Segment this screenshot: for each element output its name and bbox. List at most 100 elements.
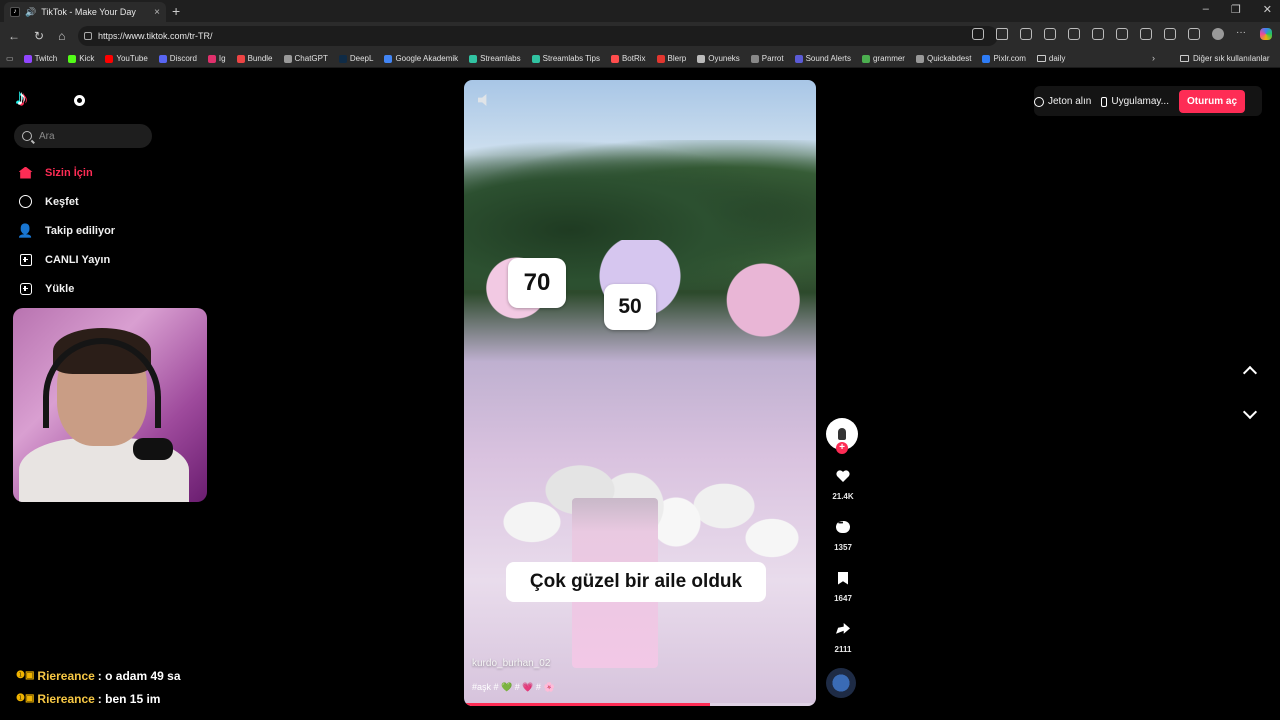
sidebar-item-explore[interactable]: Keşfet	[18, 187, 115, 216]
bookmark-label: Google Akademik	[395, 54, 459, 63]
sidebar-item-for-you[interactable]: Sizin İçin	[18, 158, 115, 187]
bookmark-parrot[interactable]: Parrot	[750, 54, 784, 63]
collections-icon[interactable]	[1140, 28, 1152, 40]
coin-icon	[1034, 96, 1044, 107]
share-button[interactable]: 2111	[826, 621, 860, 654]
folder-icon	[1180, 55, 1189, 62]
sidebar-item-upload[interactable]: Yükle	[18, 274, 115, 303]
maximize-button[interactable]: ❐	[1231, 3, 1241, 16]
bookmark-oyuneks[interactable]: Oyuneks	[697, 54, 740, 63]
comment-button[interactable]: 1357	[826, 519, 860, 552]
share-icon[interactable]	[1188, 28, 1200, 40]
age-label-left: 70	[508, 258, 566, 308]
browser-tab[interactable]: ♪ 🔊 TikTok - Make Your Day ×	[4, 2, 166, 22]
video-author[interactable]: kurdo_burhan_02	[472, 658, 550, 669]
save-button[interactable]: 1647	[826, 570, 860, 603]
chevron-down-icon[interactable]	[1242, 406, 1258, 422]
bookmark-bundle[interactable]: Bundle	[236, 54, 273, 63]
other-favorites[interactable]: Diğer sık kullanılanlar	[1180, 54, 1269, 63]
video-player[interactable]: 70 50 Çok güzel bir aile olduk kurdo_bur…	[464, 80, 816, 706]
chat-badges-icon: ❶▣	[16, 693, 35, 704]
home-icon	[18, 165, 33, 180]
bookmark-discord[interactable]: Discord	[158, 54, 197, 63]
bookmark-sound-alerts[interactable]: Sound Alerts	[794, 54, 851, 63]
new-tab-button[interactable]: +	[172, 3, 180, 19]
bookmark-label: Ig	[218, 54, 226, 63]
like-count: 21.4K	[832, 492, 854, 501]
bookmark-favicon-icon	[982, 54, 991, 63]
like-button[interactable]: 21.4K	[826, 468, 860, 501]
extension-icon[interactable]	[1020, 28, 1032, 40]
video-progress-bar[interactable]	[464, 703, 816, 706]
bookmark-daily[interactable]: daily	[1036, 54, 1065, 63]
favorites-icon[interactable]	[1116, 28, 1128, 40]
close-window-button[interactable]: ✕	[1263, 3, 1272, 16]
browser-tab-bar: ♪ 🔊 TikTok - Make Your Day × + – ❐ ✕	[0, 0, 1280, 22]
search-input[interactable]	[39, 130, 139, 142]
sound-disc-icon[interactable]	[826, 668, 856, 698]
speaker-icon[interactable]: 🔊	[25, 7, 36, 18]
bookmark-label: Pixlr.com	[993, 54, 1026, 63]
bookmark-kick[interactable]: Kick	[68, 54, 94, 63]
bookmark-label: Blerp	[667, 54, 687, 63]
copilot-icon[interactable]	[1260, 28, 1272, 40]
refresh-icon[interactable]: ↻	[34, 29, 44, 43]
recording-indicator-icon	[74, 95, 85, 106]
bookmark-label: Bundle	[247, 54, 273, 63]
sidebar-item-live[interactable]: CANLI Yayın	[18, 245, 115, 274]
minimize-button[interactable]: –	[1203, 3, 1209, 16]
bookmark-ig[interactable]: Ig	[207, 54, 226, 63]
bookmark-grammer[interactable]: grammer	[861, 54, 905, 63]
bookmark-youtube[interactable]: YouTube	[105, 54, 148, 63]
favorite-star-icon[interactable]	[996, 28, 1008, 40]
back-icon[interactable]: ←	[8, 29, 20, 43]
url-text: https://www.tiktok.com/tr-TR/	[98, 31, 213, 41]
bookmark-manager-icon[interactable]: ▭	[6, 54, 14, 63]
home-icon[interactable]: ⌂	[58, 29, 65, 43]
comment-count: 1357	[834, 543, 852, 552]
split-screen-icon[interactable]	[1092, 28, 1104, 40]
bookmark-favicon-icon	[610, 54, 619, 63]
site-info-icon[interactable]	[84, 32, 92, 40]
address-bar: ← ↻ ⌂ https://www.tiktok.com/tr-TR/ ···	[0, 22, 1280, 50]
bookmark-quickabdest[interactable]: Quickabdest	[915, 54, 971, 63]
follow-plus-icon[interactable]: +	[836, 442, 848, 454]
download-icon[interactable]	[1164, 28, 1176, 40]
bookmarks-overflow-icon[interactable]: ›	[1152, 53, 1155, 63]
read-aloud-icon[interactable]	[1044, 28, 1056, 40]
tab-close-icon[interactable]: ×	[154, 7, 160, 18]
bookmark-streamlabs-tips[interactable]: Streamlabs Tips	[531, 54, 600, 63]
menu-dots-icon[interactable]: ···	[1236, 28, 1248, 40]
sidebar-item-following[interactable]: 👤 Takip ediliyor	[17, 216, 115, 245]
bookmark-pixlr-com[interactable]: Pixlr.com	[982, 54, 1026, 63]
video-caption: Çok güzel bir aile olduk	[506, 562, 766, 602]
creator-avatar[interactable]: +	[826, 418, 858, 454]
profile-avatar-icon[interactable]	[1212, 28, 1224, 40]
chevron-up-icon[interactable]	[1242, 362, 1258, 378]
bookmark-label: DeepL	[349, 54, 374, 63]
bookmark-icon	[835, 570, 851, 586]
bookmark-blerp[interactable]: Blerp	[656, 54, 687, 63]
comment-icon	[835, 519, 851, 535]
bookmark-deepl[interactable]: DeepL	[338, 54, 374, 63]
bookmark-botrix[interactable]: BotRix	[610, 54, 646, 63]
login-button[interactable]: Oturum aç	[1179, 90, 1246, 113]
save-count: 1647	[834, 594, 852, 603]
get-coins-button[interactable]: Jeton alın	[1034, 96, 1091, 107]
share-arrow-icon	[835, 621, 851, 637]
puzzle-icon[interactable]	[1068, 28, 1080, 40]
get-app-button[interactable]: Uygulamay...	[1101, 96, 1169, 107]
bookmark-google-akademik[interactable]: Google Akademik	[384, 54, 458, 63]
bookmark-streamlabs[interactable]: Streamlabs	[469, 54, 521, 63]
volume-icon[interactable]	[478, 94, 487, 106]
video-hashtags[interactable]: #aşk # 💚 # 💗 # 🌸	[472, 682, 555, 693]
bookmark-twitch[interactable]: Twitch	[23, 54, 57, 63]
app-available-icon[interactable]	[972, 28, 984, 40]
bookmark-chatgpt[interactable]: ChatGPT	[283, 54, 328, 63]
tiktok-logo[interactable]: ♪	[16, 86, 40, 110]
search-box	[14, 124, 152, 148]
bookmark-label: Streamlabs	[480, 54, 521, 63]
search-icon[interactable]	[22, 131, 32, 141]
url-field[interactable]: https://www.tiktok.com/tr-TR/	[78, 26, 998, 46]
compass-icon	[18, 194, 33, 209]
